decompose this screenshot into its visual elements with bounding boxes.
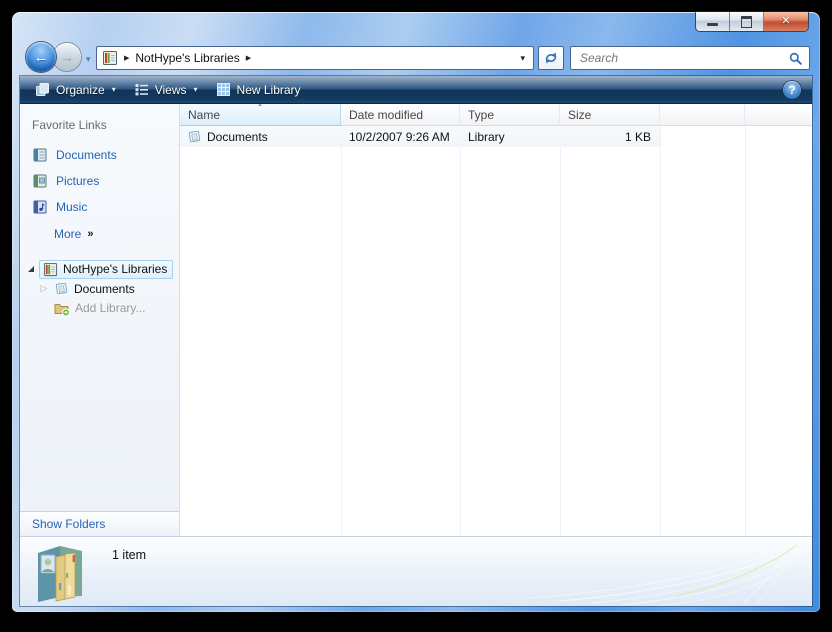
file-name-cell[interactable]: Documents: [180, 129, 341, 144]
column-label: Name: [188, 108, 221, 122]
more-label: More: [54, 227, 82, 241]
aurora-decoration: [530, 544, 803, 606]
views-dropdown-icon: ▾: [193, 85, 198, 94]
file-list: ▲ Name Date modified Type Size Documents…: [180, 104, 812, 537]
favorite-links-header: Favorite Links: [32, 118, 107, 132]
views-button[interactable]: Views ▾: [125, 76, 207, 103]
more-chevron-icon: »: [87, 228, 94, 240]
column-gridline: [460, 126, 461, 537]
breadcrumb-arrow-icon[interactable]: ▶: [124, 54, 129, 62]
column-gridline: [341, 126, 342, 537]
back-button[interactable]: ←: [26, 42, 56, 72]
item-count: 1 item: [112, 548, 147, 562]
help-button[interactable]: ?: [783, 80, 801, 99]
close-button[interactable]: ✕: [764, 12, 808, 31]
tree-root-selection[interactable]: NotHype's Libraries: [39, 259, 174, 279]
documents-library-icon: [188, 130, 201, 143]
details-pane: 1 item: [20, 536, 812, 606]
breadcrumb[interactable]: NotHype's Libraries: [135, 51, 239, 65]
expander-closed-icon[interactable]: ▷: [39, 283, 49, 294]
column-header-empty[interactable]: [660, 104, 745, 126]
favorite-link-label: Documents: [56, 148, 117, 162]
column-headers: ▲ Name Date modified Type Size: [180, 104, 812, 126]
column-header-name[interactable]: ▲ Name: [180, 104, 341, 126]
window-controls: ✕: [696, 12, 808, 31]
libraries-icon: [103, 51, 117, 65]
close-icon: ✕: [781, 15, 791, 27]
maximize-button[interactable]: [730, 12, 764, 31]
main-content: Favorite Links Documents Pictures Music …: [20, 104, 812, 537]
file-date-cell: 10/2/2007 9:26 AM: [349, 129, 450, 144]
views-icon: [135, 84, 148, 96]
new-library-button[interactable]: New Library: [207, 76, 310, 103]
tree-child-label: Documents: [74, 281, 135, 296]
column-header-size[interactable]: Size: [560, 104, 660, 126]
maximize-icon: [741, 15, 752, 28]
search-box: [570, 46, 810, 70]
refresh-button[interactable]: [538, 46, 564, 70]
new-library-label: New Library: [236, 82, 301, 97]
refresh-icon: [545, 52, 557, 64]
recent-pages-dropdown[interactable]: ▾: [86, 54, 91, 65]
views-label: Views: [154, 82, 187, 97]
column-gridline: [745, 126, 746, 537]
tree-root-label: NotHype's Libraries: [63, 262, 168, 276]
favorite-link-label: Pictures: [56, 174, 100, 188]
column-header-type[interactable]: Type: [460, 104, 560, 126]
explorer-window: ✕ ← → ▾ ▶ NotHype's Libraries ▶ ▾ Search…: [12, 12, 820, 612]
library-folder-icon: [38, 546, 82, 602]
minimize-icon: [707, 23, 718, 26]
tree-item-add-library[interactable]: Add Library...: [20, 298, 179, 317]
sort-ascending-icon: ▲: [257, 104, 263, 108]
libraries-icon: [43, 262, 58, 276]
file-size-cell: 1 KB: [624, 129, 651, 144]
favorite-link-pictures[interactable]: Pictures: [20, 168, 179, 194]
help-icon: ?: [788, 82, 796, 97]
address-dropdown-icon[interactable]: ▾: [517, 53, 528, 64]
search-icon[interactable]: [789, 52, 802, 65]
favorite-link-documents[interactable]: Documents: [20, 142, 179, 168]
show-folders-button[interactable]: Show Folders: [20, 511, 179, 537]
organize-button[interactable]: Organize ▾: [26, 76, 125, 103]
add-library-icon: [54, 303, 70, 316]
command-toolbar: Organize ▾ Views ▾ New Library ?: [20, 76, 812, 104]
column-gridline: [660, 126, 661, 537]
desktop-background: { "icons": { "close_glyph": "✕", "back_g…: [0, 0, 832, 632]
forward-arrow-icon: →: [60, 49, 74, 65]
favorite-link-music[interactable]: Music: [20, 194, 179, 220]
search-input[interactable]: [578, 50, 789, 66]
navigation-pane: Favorite Links Documents Pictures Music …: [20, 104, 180, 537]
documents-link-icon: [33, 148, 47, 162]
favorite-link-label: Music: [56, 200, 88, 214]
column-header-filler: [745, 104, 812, 126]
column-label: Type: [468, 108, 495, 122]
tree-item-libraries-root[interactable]: NotHype's Libraries: [20, 259, 179, 279]
organize-icon: [36, 83, 49, 96]
folder-tree: NotHype's Libraries ▷ Documents Add Libr…: [20, 259, 179, 317]
back-arrow-icon: ←: [33, 48, 49, 66]
new-library-icon: [216, 83, 230, 96]
breadcrumb-arrow-icon[interactable]: ▶: [246, 54, 251, 62]
column-label: Date modified: [349, 108, 424, 122]
expander-open-icon[interactable]: [28, 266, 34, 272]
documents-library-icon: [55, 282, 68, 295]
file-type-cell: Library: [468, 129, 505, 144]
music-link-icon: [33, 200, 47, 214]
organize-dropdown-icon: ▾: [111, 85, 116, 94]
minimize-button[interactable]: [696, 12, 730, 31]
file-name: Documents: [207, 129, 268, 144]
address-bar[interactable]: ▶ NotHype's Libraries ▶ ▾: [96, 46, 534, 70]
column-header-date-modified[interactable]: Date modified: [341, 104, 460, 126]
file-row-documents[interactable]: Documents 10/2/2007 9:26 AM Library 1 KB: [180, 126, 660, 147]
pictures-link-icon: [33, 174, 47, 188]
organize-label: Organize: [56, 82, 105, 97]
column-label: Size: [568, 108, 592, 122]
tree-item-documents[interactable]: ▷ Documents: [20, 279, 179, 298]
more-links-button[interactable]: More »: [20, 220, 179, 247]
column-gridline: [560, 126, 561, 537]
forward-button[interactable]: →: [53, 43, 81, 71]
add-library-label: Add Library...: [75, 300, 146, 315]
